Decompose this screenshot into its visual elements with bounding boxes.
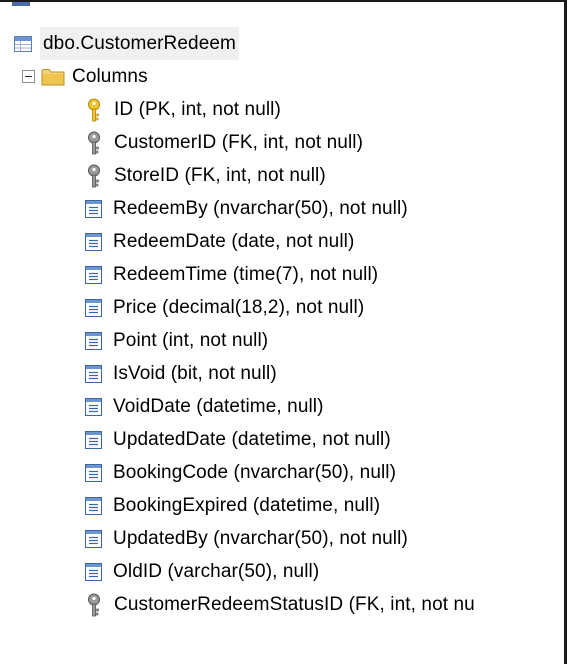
column-label: UpdatedDate (datetime, not null): [113, 429, 391, 450]
column-label: OldID (varchar(50), null): [113, 561, 320, 582]
column-label: RedeemDate (date, not null): [113, 231, 355, 252]
column-label: ID (PK, int, not null): [114, 99, 281, 120]
column-node[interactable]: RedeemTime (time(7), not null): [85, 258, 378, 291]
folder-icon: [41, 68, 65, 86]
column-icon: [85, 562, 102, 581]
column-icon: [85, 232, 102, 251]
column-label: VoidDate (datetime, null): [113, 396, 324, 417]
column-node[interactable]: BookingCode (nvarchar(50), null): [85, 456, 396, 489]
column-node[interactable]: UpdatedDate (datetime, not null): [85, 423, 391, 456]
column-node[interactable]: StoreID (FK, int, not null): [85, 159, 326, 192]
column-icon: [85, 364, 102, 383]
tree-node-columns-folder[interactable]: Columns: [22, 60, 148, 93]
column-icon: [85, 298, 102, 317]
column-icon: [85, 496, 102, 515]
tree-node-table[interactable]: dbo.CustomerRedeem: [14, 27, 239, 60]
column-icon: [85, 463, 102, 482]
column-label: Point (int, not null): [113, 330, 269, 351]
primary-key-icon: [85, 98, 103, 122]
column-label: IsVoid (bit, not null): [113, 363, 277, 384]
column-label: BookingCode (nvarchar(50), null): [113, 462, 397, 483]
column-label: CustomerID (FK, int, not null): [114, 132, 364, 153]
column-node[interactable]: UpdatedBy (nvarchar(50), not null): [85, 522, 408, 555]
table-node-label: dbo.CustomerRedeem: [40, 27, 239, 60]
column-icon: [85, 529, 102, 548]
column-label: BookingExpired (datetime, null): [113, 495, 381, 516]
column-node[interactable]: IsVoid (bit, not null): [85, 357, 277, 390]
column-icon: [85, 331, 102, 350]
table-icon: [14, 35, 32, 52]
column-icon: [85, 430, 102, 449]
column-node[interactable]: VoidDate (datetime, null): [85, 390, 324, 423]
column-label: StoreID (FK, int, not null): [114, 165, 326, 186]
column-icon: [85, 199, 102, 218]
column-node[interactable]: CustomerRedeemStatusID (FK, int, not nu: [85, 588, 475, 621]
previous-item-icon-edge: [12, 2, 30, 6]
column-label: RedeemTime (time(7), not null): [113, 264, 379, 285]
column-label: Price (decimal(18,2), not null): [113, 297, 365, 318]
column-node[interactable]: CustomerID (FK, int, not null): [85, 126, 363, 159]
column-node[interactable]: RedeemBy (nvarchar(50), not null): [85, 192, 408, 225]
column-icon: [85, 397, 102, 416]
foreign-key-icon: [85, 593, 103, 617]
column-node[interactable]: BookingExpired (datetime, null): [85, 489, 380, 522]
column-label: CustomerRedeemStatusID (FK, int, not nu: [114, 594, 475, 615]
column-node[interactable]: OldID (varchar(50), null): [85, 555, 319, 588]
object-explorer-tree: dbo.CustomerRedeem Columns ID (PK, int, …: [0, 0, 567, 664]
column-icon: [85, 265, 102, 284]
column-node[interactable]: RedeemDate (date, not null): [85, 225, 354, 258]
column-node[interactable]: Point (int, not null): [85, 324, 268, 357]
columns-folder-label: Columns: [72, 66, 148, 87]
column-label: RedeemBy (nvarchar(50), not null): [113, 198, 408, 219]
foreign-key-icon: [85, 131, 103, 155]
foreign-key-icon: [85, 164, 103, 188]
column-node[interactable]: ID (PK, int, not null): [85, 93, 281, 126]
column-label: UpdatedBy (nvarchar(50), not null): [113, 528, 408, 549]
column-node[interactable]: Price (decimal(18,2), not null): [85, 291, 364, 324]
collapse-toggle-icon[interactable]: [22, 70, 35, 83]
